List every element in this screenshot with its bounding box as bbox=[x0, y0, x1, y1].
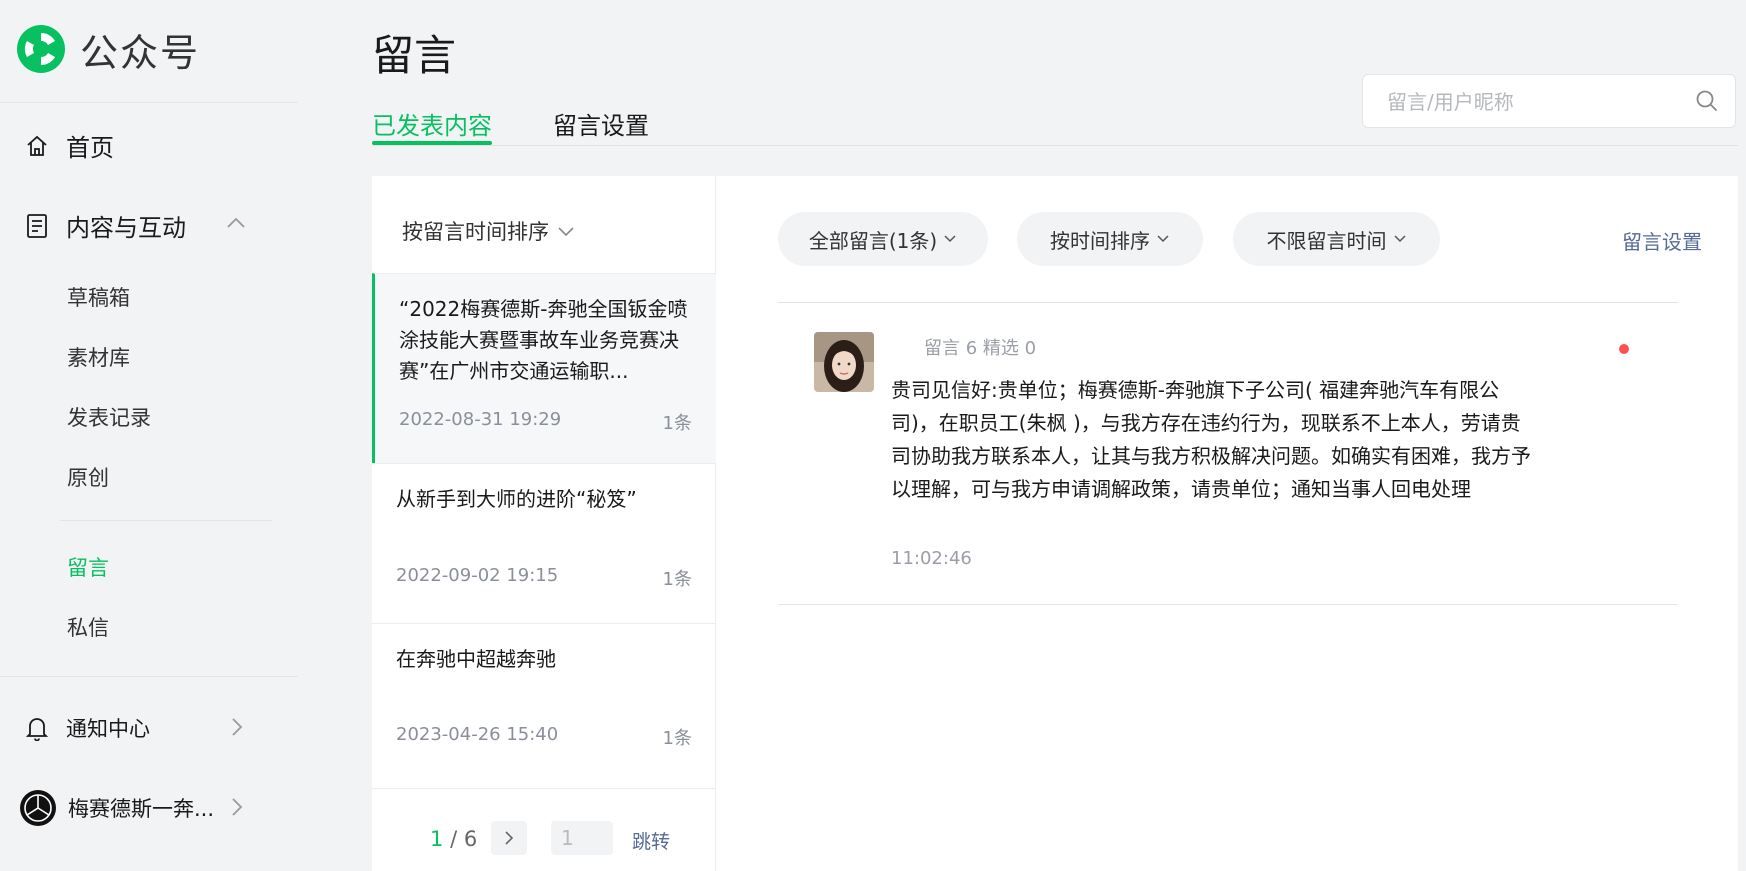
page-number-input[interactable] bbox=[551, 821, 613, 855]
comment-stats: 留言 6 精选 0 bbox=[924, 338, 1037, 359]
wechat-mp-logo-icon bbox=[17, 25, 65, 73]
unread-dot bbox=[1619, 344, 1629, 354]
sidebar-item-drafts[interactable]: 草稿箱 bbox=[67, 282, 130, 312]
sidebar-item-materials[interactable]: 素材库 bbox=[67, 342, 130, 372]
sidebar: 公众号 首页 内容与互动 草稿箱 素材库 发表记录 原创 留言 私信 通知中心 … bbox=[0, 0, 298, 871]
comment-panel: 全部留言(1条) 按时间排序 不限留言时间 留言设置 留言 6 精选 0 贵司见… bbox=[716, 176, 1738, 871]
divider bbox=[372, 145, 1738, 146]
user-avatar-icon bbox=[814, 332, 874, 392]
pagination: 1 / 6 跳转 bbox=[372, 788, 716, 871]
total-pages: / 6 bbox=[450, 827, 478, 851]
comment-settings-link[interactable]: 留言设置 bbox=[1622, 226, 1702, 255]
article-item[interactable]: 从新手到大师的进阶“秘笈” 2022-09-02 19:15 1条 bbox=[372, 463, 716, 623]
article-title: 从新手到大师的进阶“秘笈” bbox=[396, 487, 637, 511]
bell-icon bbox=[24, 715, 50, 741]
chevron-down-icon bbox=[558, 227, 574, 237]
account-name: 梅赛德斯一奔... bbox=[68, 797, 215, 821]
search-input[interactable] bbox=[1387, 87, 1677, 117]
article-title: “2022梅赛德斯-奔驰全国钣金喷涂技能大赛暨事故车业务竞赛决赛”在广州市交通运… bbox=[399, 297, 688, 383]
page-title: 留言 bbox=[372, 31, 457, 80]
chevron-down-icon bbox=[1157, 235, 1169, 243]
article-item[interactable]: 在奔驰中超越奔驰 2023-04-26 15:40 1条 bbox=[372, 623, 716, 783]
chevron-right-icon[interactable] bbox=[230, 796, 244, 818]
article-title: 在奔驰中超越奔驰 bbox=[396, 647, 556, 671]
document-icon bbox=[24, 213, 50, 239]
current-page: 1 bbox=[430, 827, 444, 851]
filter-label: 全部留言(1条) bbox=[808, 228, 938, 253]
next-page-button[interactable] bbox=[491, 821, 527, 855]
brand-name: 公众号 bbox=[80, 30, 201, 75]
brand[interactable]: 公众号 bbox=[16, 24, 201, 75]
sidebar-item-publish-records[interactable]: 发表记录 bbox=[67, 402, 151, 432]
search-icon[interactable] bbox=[1695, 89, 1719, 113]
chevron-down-icon bbox=[944, 235, 956, 243]
sidebar-item-label: 通知中心 bbox=[66, 717, 150, 741]
article-item[interactable]: “2022梅赛德斯-奔驰全国钣金喷涂技能大赛暨事故车业务竞赛决赛”在广州市交通运… bbox=[372, 273, 716, 463]
tab-published[interactable]: 已发表内容 bbox=[372, 106, 492, 141]
sidebar-item-home[interactable]: 首页 bbox=[24, 128, 114, 163]
jump-button[interactable]: 跳转 bbox=[632, 827, 670, 854]
divider bbox=[0, 676, 298, 677]
search-box bbox=[1362, 74, 1736, 128]
sidebar-item-original[interactable]: 原创 bbox=[67, 462, 109, 492]
home-icon bbox=[24, 133, 50, 159]
divider bbox=[0, 102, 298, 103]
sidebar-item-comments[interactable]: 留言 bbox=[67, 552, 109, 582]
filter-label: 不限留言时间 bbox=[1266, 228, 1387, 253]
tab-comment-settings[interactable]: 留言设置 bbox=[553, 106, 649, 141]
avatar[interactable] bbox=[814, 332, 874, 392]
sidebar-item-content[interactable]: 内容与互动 bbox=[24, 208, 186, 243]
sort-dropdown[interactable]: 按留言时间排序 bbox=[402, 216, 575, 246]
comment-text: 贵司见信好:贵单位；梅赛德斯-奔驰旗下子公司( 福建奔驰汽车有限公司)，在职员工… bbox=[891, 378, 1531, 501]
article-date: 2022-09-02 19:15 bbox=[396, 565, 559, 586]
filter-sort-time[interactable]: 按时间排序 bbox=[1017, 212, 1203, 266]
sidebar-item-messages[interactable]: 私信 bbox=[67, 612, 109, 642]
sidebar-item-notifications[interactable]: 通知中心 bbox=[24, 713, 150, 743]
article-comment-count: 1条 bbox=[662, 569, 692, 590]
divider bbox=[60, 520, 272, 521]
sidebar-item-label: 首页 bbox=[66, 134, 114, 162]
sidebar-item-account[interactable]: 梅赛德斯一奔... bbox=[20, 790, 215, 826]
mercedes-logo-icon bbox=[20, 790, 56, 826]
article-comment-count: 1条 bbox=[662, 413, 692, 434]
filter-all-comments[interactable]: 全部留言(1条) bbox=[778, 212, 988, 266]
divider bbox=[778, 604, 1678, 605]
chevron-up-icon[interactable] bbox=[226, 216, 246, 230]
article-comment-count: 1条 bbox=[662, 728, 692, 749]
page-indicator: 1 / 6 bbox=[430, 827, 477, 851]
filter-time-range[interactable]: 不限留言时间 bbox=[1233, 212, 1440, 266]
chevron-down-icon bbox=[1393, 235, 1406, 243]
filter-label: 按时间排序 bbox=[1050, 228, 1150, 253]
chevron-right-icon bbox=[505, 831, 514, 845]
chevron-right-icon[interactable] bbox=[230, 716, 244, 738]
comment-time: 11:02:46 bbox=[891, 548, 972, 569]
article-date: 2022-08-31 19:29 bbox=[399, 409, 562, 430]
article-date: 2023-04-26 15:40 bbox=[396, 724, 559, 745]
divider bbox=[778, 302, 1678, 303]
sort-label: 按留言时间排序 bbox=[402, 220, 549, 244]
sidebar-item-label: 内容与互动 bbox=[66, 214, 186, 242]
article-list-panel: 按留言时间排序 “2022梅赛德斯-奔驰全国钣金喷涂技能大赛暨事故车业务竞赛决赛… bbox=[372, 176, 716, 871]
